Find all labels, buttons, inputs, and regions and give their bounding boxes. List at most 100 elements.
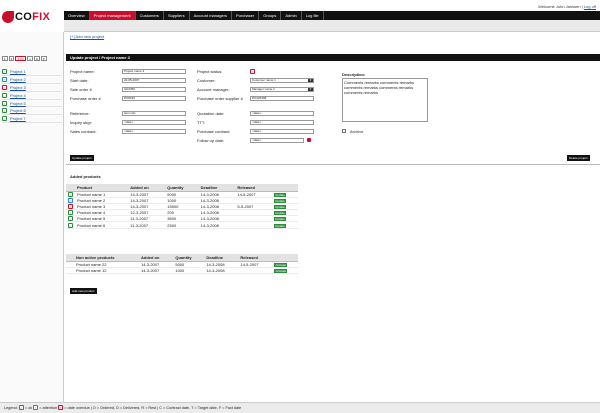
check-icon: ✓ [68,222,73,228]
activate-product-button[interactable]: Activate [274,268,288,273]
main-nav: Overview Project management Customers Su… [64,11,600,20]
check-icon: ✓ [2,100,7,106]
logo[interactable]: COFIX [2,10,50,24]
sidebar-item-label[interactable]: Project 5 [10,101,26,106]
update-product-button[interactable]: Update [274,204,286,209]
purchase-order-supplier-field[interactable]: PO425398 [250,96,314,101]
column-header[interactable]: Released [235,184,273,192]
calendar-icon[interactable] [307,138,311,142]
update-product-button[interactable]: Update [274,198,286,203]
follow-up-field[interactable]: <date> [250,138,304,143]
column-header[interactable]: Product [75,184,129,192]
sales-contract-label: Sales contract: [70,129,97,134]
update-product-button[interactable]: Update [274,192,286,197]
purchase-order-label: Purchase order # [70,96,101,101]
update-product-button[interactable]: Update [274,223,286,228]
sidebar-item-project-6[interactable]: ✓ Project 6 [2,107,62,116]
nav-log-file[interactable]: Log file [302,11,324,20]
sidebar-item-project-3[interactable]: ! Project 3 [2,84,62,92]
sidebar-item-label[interactable]: Project 2 [10,77,26,82]
update-product-button[interactable]: Update [274,217,286,222]
reference-field[interactable]: item refs [122,111,186,116]
logo-mark-icon [2,11,14,23]
nav-account-managers[interactable]: Account managers [190,11,232,20]
sidebar-item-label[interactable]: Project 4 [10,93,26,98]
nav-overview[interactable]: Overview [64,11,90,20]
column-header[interactable]: Released [238,254,273,262]
column-header[interactable]: Deadline [204,254,239,262]
ttt-field[interactable]: <date> [250,120,314,125]
check-icon: ✓ [2,108,7,114]
column-header[interactable]: Quantity [165,184,199,192]
sale-order-field[interactable]: SO2356 [122,87,186,92]
purchase-order-field[interactable]: PO0015 [122,96,186,101]
customer-select[interactable]: Customer name 1 ▾ [250,78,314,83]
column-header[interactable]: Added on [138,254,174,262]
archive-checkbox[interactable] [342,129,346,133]
sidebar-item-project-7[interactable]: ✓ Project 7 [2,115,62,124]
table-header: Product Added on Quantity Deadline Relea… [66,184,298,192]
status-overdue-icon: ! [250,69,255,74]
chevron-down-icon: ▾ [308,78,313,82]
check-icon: ✓ [68,191,73,197]
sidebar-item-project-5[interactable]: ✓ Project 5 [2,100,62,108]
column-header[interactable]: Deadline [198,184,236,192]
add-product-button[interactable]: Add new product [70,288,97,294]
filter-button[interactable]: F [40,56,47,61]
sidebar-item-label[interactable]: Project 3 [10,85,26,90]
ttt-label: TTT: [197,120,205,125]
nav-customers[interactable]: Customers [136,11,164,20]
project-name-field[interactable]: Project name 3 [122,69,186,74]
column-header[interactable]: Non active products [74,254,139,262]
overdue-icon: ! [58,405,64,410]
update-product-button[interactable]: Update [274,211,286,216]
activate-product-button[interactable]: Activate [274,262,288,267]
description-textarea[interactable]: Comments remarks comments remarks commen… [342,78,428,122]
sidebar-item-project-2[interactable]: ! Project 2 [2,76,62,84]
purchase-contract-field[interactable]: <date> [250,129,314,134]
sales-contract-field[interactable]: <date> [122,129,186,134]
filter-button[interactable]: S [33,56,40,61]
nav-suppliers[interactable]: Suppliers [164,11,190,20]
quotation-label: Quotation date: [197,111,225,116]
inquiry-field[interactable]: <date> [122,120,186,125]
attention-icon: ! [2,76,7,82]
sidebar-filters: 1 2 3-0% x S F [2,56,47,61]
nav-project-management[interactable]: Project management [89,11,136,20]
added-products-title: Added products [70,174,101,179]
sidebar-item-project-1[interactable]: ✓ Project 1 [2,68,62,76]
chevron-down-icon: ▾ [308,87,313,91]
filter-button[interactable]: 2 [8,56,15,61]
nav-admin[interactable]: Admin [281,11,302,20]
sidebar-item-label[interactable]: Project 7 [10,116,26,121]
check-icon: ✓ [2,68,7,74]
account-manager-select[interactable]: Manager name 2 ▾ [250,87,314,92]
check-icon: ✓ [68,216,73,222]
account-manager-label: Account manager: [197,87,230,92]
sidebar-item-label[interactable]: Project 1 [10,69,26,74]
sidebar-item-project-4[interactable]: ✓ Project 4 [2,92,62,100]
column-header[interactable]: Added on [128,184,166,192]
purchase-contract-label: Purchase contract: [197,129,231,134]
reference-label: Reference: [70,111,90,116]
check-icon: ✓ [68,210,73,216]
sidebar-item-label[interactable]: Project 6 [10,108,26,113]
filter-button[interactable]: 1 [2,56,8,61]
project-name-label: Project name: [70,69,95,74]
logout-link[interactable]: Log off [584,4,596,9]
column-header[interactable]: Quantity [173,254,205,262]
divider [66,164,600,165]
attention-icon: ! [68,197,73,203]
start-date-field[interactable]: 22-05-2007 [122,78,186,83]
delete-project-button[interactable]: Delete project [567,155,590,161]
sub-nav [64,20,600,32]
quotation-field[interactable]: <date> [250,111,314,116]
check-icon: ✓ [2,92,7,98]
add-project-link[interactable]: [+] Add new project [70,34,104,39]
filter-button[interactable]: 3-0% [15,56,27,61]
update-project-button[interactable]: Update project [70,155,94,161]
nav-groups[interactable]: Groups [259,11,282,20]
filter-button[interactable]: x [27,56,33,61]
nav-purchaser[interactable]: Purchaser [232,11,260,20]
logo-text: COFIX [15,11,51,23]
